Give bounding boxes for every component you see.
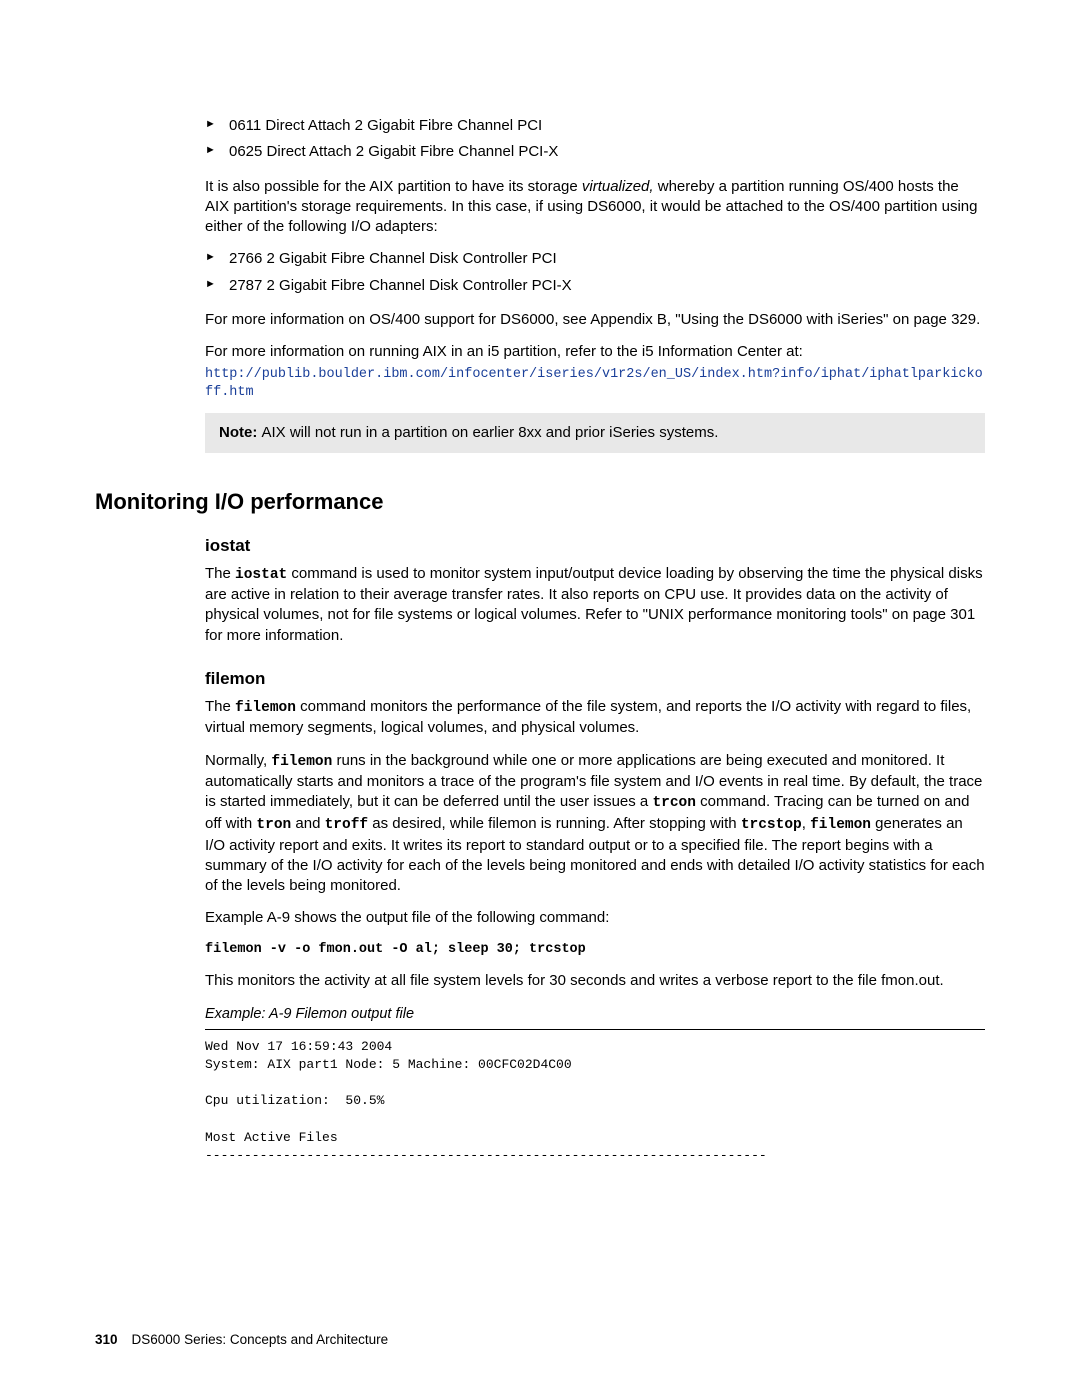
cmd-tron: tron xyxy=(256,817,291,833)
cmd-iostat: iostat xyxy=(235,567,287,583)
cmd-filemon: filemon xyxy=(235,700,296,716)
text: It is also possible for the AIX partitio… xyxy=(205,178,582,195)
paragraph-example-intro: Example A-9 shows the output file of the… xyxy=(205,908,985,928)
heading-filemon: filemon xyxy=(205,668,985,691)
paragraph-filemon-2: Normally, filemon runs in the background… xyxy=(205,751,985,897)
text: Normally, xyxy=(205,752,271,769)
paragraph-iostat: The iostat command is used to monitor sy… xyxy=(205,564,985,646)
text: as desired, while filemon is running. Af… xyxy=(368,815,741,832)
text: command is used to monitor system input/… xyxy=(205,565,983,644)
page-body: 0611 Direct Attach 2 Gigabit Fibre Chann… xyxy=(205,116,985,453)
cmd-filemon: filemon xyxy=(271,754,332,770)
note-box: Note: AIX will not run in a partition on… xyxy=(205,413,985,453)
note-text: AIX will not run in a partition on earli… xyxy=(262,424,719,441)
cmd-trcon: trcon xyxy=(652,795,696,811)
text: command monitors the performance of the … xyxy=(205,698,971,737)
note-label: Note: xyxy=(219,424,262,441)
paragraph-virtualized: It is also possible for the AIX partitio… xyxy=(205,177,985,238)
list-item: 0611 Direct Attach 2 Gigabit Fibre Chann… xyxy=(205,116,985,136)
cmd-trcstop: trcstop xyxy=(741,817,802,833)
list-item-text: 2766 2 Gigabit Fibre Channel Disk Contro… xyxy=(229,250,557,267)
command-line: filemon -v -o fmon.out -O al; sleep 30; … xyxy=(205,941,985,959)
book-title: DS6000 Series: Concepts and Architecture xyxy=(132,1332,389,1347)
paragraph-filemon-1: The filemon command monitors the perform… xyxy=(205,697,985,739)
paragraph-monitors: This monitors the activity at all file s… xyxy=(205,971,985,991)
heading-monitoring-io: Monitoring I/O performance xyxy=(95,487,985,517)
page-number: 310 xyxy=(95,1332,118,1347)
cmd-troff: troff xyxy=(325,817,369,833)
paragraph-aix-i5: For more information on running AIX in a… xyxy=(205,342,985,362)
text: , xyxy=(802,815,810,832)
text: The xyxy=(205,698,235,715)
section-body: iostat The iostat command is used to mon… xyxy=(205,535,985,1165)
url-link[interactable]: http://publib.boulder.ibm.com/infocenter… xyxy=(205,366,985,402)
cmd-filemon: filemon xyxy=(810,817,871,833)
italic-text: virtualized, xyxy=(582,178,654,195)
heading-iostat: iostat xyxy=(205,535,985,558)
bullet-list-adapters-2: 2766 2 Gigabit Fibre Channel Disk Contro… xyxy=(205,249,985,296)
horizontal-rule xyxy=(205,1029,985,1030)
example-caption: Example: A-9 Filemon output file xyxy=(205,1005,985,1025)
paragraph-os400: For more information on OS/400 support f… xyxy=(205,310,985,330)
code-output: Wed Nov 17 16:59:43 2004 System: AIX par… xyxy=(205,1038,985,1165)
list-item-text: 2787 2 Gigabit Fibre Channel Disk Contro… xyxy=(229,277,572,294)
page-footer: 310 DS6000 Series: Concepts and Architect… xyxy=(95,1331,388,1349)
list-item-text: 0611 Direct Attach 2 Gigabit Fibre Chann… xyxy=(229,117,542,134)
list-item: 2766 2 Gigabit Fibre Channel Disk Contro… xyxy=(205,249,985,269)
list-item: 0625 Direct Attach 2 Gigabit Fibre Chann… xyxy=(205,142,985,162)
list-item: 2787 2 Gigabit Fibre Channel Disk Contro… xyxy=(205,276,985,296)
list-item-text: 0625 Direct Attach 2 Gigabit Fibre Chann… xyxy=(229,143,558,160)
bullet-list-adapters-1: 0611 Direct Attach 2 Gigabit Fibre Chann… xyxy=(205,116,985,163)
text: The xyxy=(205,565,235,582)
text: and xyxy=(291,815,324,832)
